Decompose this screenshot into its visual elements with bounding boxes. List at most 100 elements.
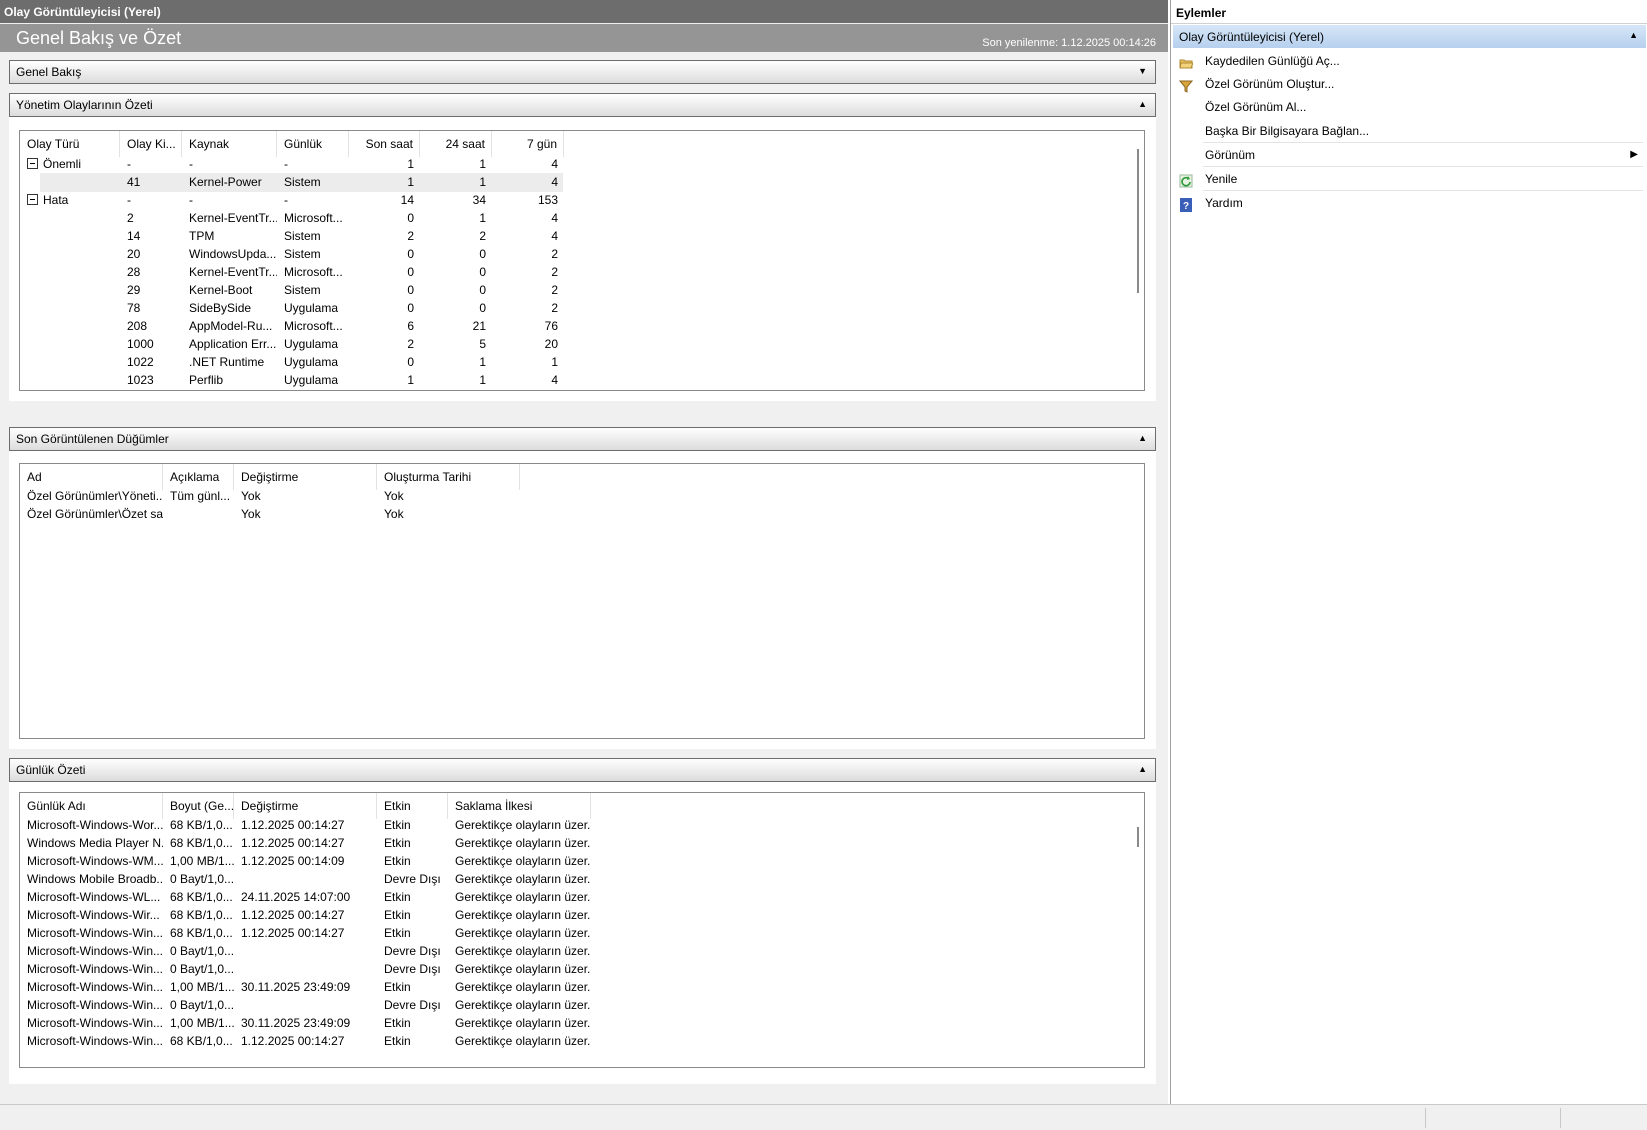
table-row[interactable]: Microsoft-Windows-Win... 1,00 MB/1... 30.1… (20, 1014, 600, 1033)
table-row[interactable]: Microsoft-Windows-Win... 0 Bayt/1,0... Dev… (20, 942, 600, 961)
table-cell: Devre Dışı (384, 962, 441, 976)
table-cell: 1 (407, 157, 414, 171)
table-cell: - (189, 157, 193, 171)
table-row[interactable]: Microsoft-Windows-Win... 68 KB/1,0... 1.12… (20, 924, 600, 943)
table-row[interactable]: Önemli - - - 1 1 4 (20, 155, 570, 174)
table-cell: Uygulama (284, 355, 339, 369)
table-cell: Microsoft-Windows-Win... (27, 944, 163, 958)
section-header-gunluk-ozeti[interactable]: Günlük Özeti ▲ (9, 758, 1156, 782)
table-cell: Hata (27, 191, 120, 210)
table-cell: 1.12.2025 00:14:27 (241, 908, 345, 922)
column-header[interactable]: Kaynak (182, 131, 277, 157)
vertical-scrollbar[interactable] (1137, 827, 1139, 847)
events-summary-table[interactable]: Olay Türü Olay Ki... Kaynak Günlük Son saat 2… (19, 130, 1145, 391)
section-header-yonetim[interactable]: Yönetim Olaylarının Özeti ▲ (9, 93, 1156, 117)
page-title: Genel Bakış ve Özet (16, 28, 182, 48)
gunluk-ozeti-panel: Günlük Adı Boyut (Ge... Değiştirme Etkin Sak… (9, 782, 1156, 1084)
table-row[interactable]: Microsoft-Windows-Wor... 68 KB/1,0... 1.12… (20, 816, 600, 835)
table-row[interactable]: Microsoft-Windows-Win... 0 Bayt/1,0... Dev… (20, 996, 600, 1015)
table-cell: - (127, 193, 131, 207)
collapse-toggle-icon[interactable] (27, 194, 38, 205)
table-cell: Yok (384, 489, 404, 503)
table-cell: .NET Runtime (189, 355, 265, 369)
table-row[interactable]: 41 Kernel-Power Sistem 1 1 4 (40, 173, 563, 192)
table-cell: 28 (127, 265, 141, 279)
action-item[interactable]: Görünüm ▶ (1171, 143, 1646, 167)
table-cell: 0 (479, 283, 486, 297)
action-item[interactable]: ? Yardım (1171, 191, 1646, 215)
table-row[interactable]: Microsoft-Windows-WM... 1,00 MB/1... 1.12.… (20, 852, 600, 871)
table-cell: 29 (127, 283, 141, 297)
table-cell: Tüm günl... (170, 489, 231, 503)
table-row[interactable]: Microsoft-Windows-Win... 68 KB/1,0... 1.12… (20, 1032, 600, 1051)
table-row[interactable]: Microsoft-Windows-WL... 68 KB/1,0... 24.11… (20, 888, 600, 907)
table-row[interactable]: 29 Kernel-Boot Sistem 0 0 2 (20, 281, 570, 300)
table-cell: 68 KB/1,0... (170, 926, 233, 940)
column-header[interactable]: Olay Türü (20, 131, 120, 157)
log-summary-table[interactable]: Günlük Adı Boyut (Ge... Değiştirme Etkin Sak… (19, 792, 1145, 1068)
table-row[interactable]: Windows Media Player N... 68 KB/1,0... 1.1… (20, 834, 600, 853)
expand-icon[interactable]: ▼ (1138, 66, 1147, 76)
collapse-icon[interactable]: ▲ (1138, 99, 1147, 109)
column-header[interactable]: Son saat (349, 131, 420, 157)
action-item[interactable]: Özel Görünüm Oluştur... (1171, 72, 1646, 96)
table-row[interactable]: 20 WindowsUpda... Sistem 0 0 2 (20, 245, 570, 264)
table-cell: 1,00 MB/1... (170, 1016, 234, 1030)
table-row[interactable]: Microsoft-Windows-Wir... 68 KB/1,0... 1.12… (20, 906, 600, 925)
recent-nodes-table[interactable]: Ad Açıklama Değiştirme Oluşturma Tarihi Özel… (19, 463, 1145, 739)
table-row[interactable]: Windows Mobile Broadb... 0 Bayt/1,0... Dev… (20, 870, 600, 889)
table-row[interactable]: Microsoft-Windows-Win... 1,00 MB/1... 30.1… (20, 978, 600, 997)
column-header[interactable]: Günlük (277, 131, 349, 157)
table-row[interactable]: 2 Kernel-EventTr... Microsoft... 0 1 4 (20, 209, 570, 228)
section-header-son-dugumler[interactable]: Son Görüntülenen Düğümler ▲ (9, 427, 1156, 451)
action-label: Yenile (1205, 172, 1238, 186)
table-cell: 1000 (127, 337, 154, 351)
table-row[interactable]: Özel Görünümler\Yöneti... Tüm günl... Yok Y… (20, 487, 530, 506)
action-label: Özel Görünüm Al... (1205, 100, 1307, 114)
action-item[interactable]: Yenile (1171, 167, 1646, 191)
table-header: Olay Türü Olay Ki... Kaynak Günlük Son saat 2… (20, 131, 570, 157)
collapse-icon[interactable]: ▲ (1629, 30, 1638, 40)
table-cell: Gerektikçe olayların üzer... (455, 1016, 591, 1030)
table-row[interactable]: 1023 Perflib Uygulama 1 1 4 (20, 371, 570, 390)
collapse-toggle-icon[interactable] (27, 158, 38, 169)
table-cell: 30.11.2025 23:49:09 (241, 1016, 351, 1030)
table-cell: 2 (407, 229, 414, 243)
main-pane: Olay Görüntüleyicisi (Yerel) Genel Bakış… (0, 0, 1168, 1104)
table-cell: 1 (479, 211, 486, 225)
table-row[interactable]: 1022 .NET Runtime Uygulama 0 1 1 (20, 353, 570, 372)
action-item[interactable]: Kaydedilen Günlüğü Aç... (1171, 49, 1646, 73)
table-row[interactable]: 14 TPM Sistem 2 2 4 (20, 227, 570, 246)
filter-icon (1178, 77, 1194, 93)
table-row[interactable]: 28 Kernel-EventTr... Microsoft... 0 0 2 (20, 263, 570, 282)
table-row[interactable]: Hata - - - 14 34 153 (20, 191, 570, 210)
table-row[interactable]: 1000 Application Err... Uygulama 2 5 20 (20, 335, 570, 354)
vertical-scrollbar[interactable] (1137, 149, 1139, 293)
svg-text:?: ? (1183, 201, 1189, 212)
collapse-icon[interactable]: ▲ (1138, 433, 1147, 443)
column-header[interactable]: 7 gün (492, 131, 564, 157)
table-cell: 0 (407, 247, 414, 261)
table-cell: Önemli (27, 155, 120, 174)
table-cell: 5 (479, 337, 486, 351)
collapse-icon[interactable]: ▲ (1138, 764, 1147, 774)
table-cell: Etkin (384, 980, 411, 994)
table-cell: 1 (479, 373, 486, 387)
table-row[interactable]: 208 AppModel-Ru... Microsoft... 6 21 76 (20, 317, 570, 336)
column-header[interactable]: 24 saat (420, 131, 492, 157)
table-cell: Yok (241, 489, 261, 503)
actions-group-header[interactable]: Olay Görüntüleyicisi (Yerel) ▲ (1173, 25, 1646, 48)
table-row[interactable]: Microsoft-Windows-Win... 0 Bayt/1,0... Dev… (20, 960, 600, 979)
action-item[interactable]: Başka Bir Bilgisayara Bağlan... (1171, 119, 1646, 143)
section-header-genel-bakis[interactable]: Genel Bakış ▼ (9, 60, 1156, 84)
table-cell: Gerektikçe olayların üzer... (455, 998, 591, 1012)
table-cell: Windows Mobile Broadb... (27, 872, 163, 886)
action-label: Yardım (1205, 196, 1243, 210)
table-row[interactable]: 78 SideBySide Uygulama 0 0 2 (20, 299, 570, 318)
table-row[interactable]: Özel Görünümler\Özet sa... Yok Yok (20, 505, 530, 524)
table-cell: 2 (127, 211, 134, 225)
table-cell: Özel Görünümler\Özet sa... (27, 507, 163, 521)
submenu-arrow-icon: ▶ (1630, 149, 1638, 160)
action-item[interactable]: Özel Görünüm Al... (1171, 95, 1646, 119)
column-header[interactable]: Olay Ki... (120, 131, 182, 157)
